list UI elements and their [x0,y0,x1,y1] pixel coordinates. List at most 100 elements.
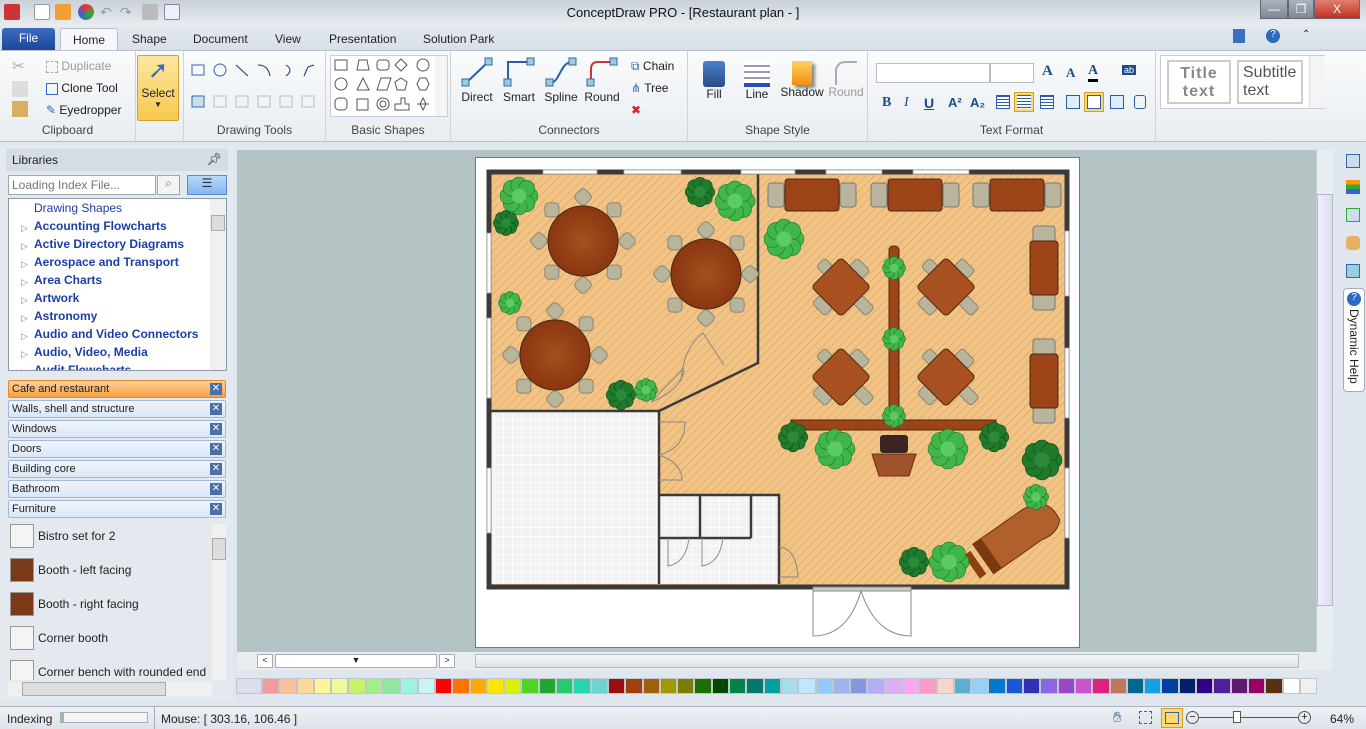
library-shape-item[interactable]: Corner bench with rounded end [10,660,210,680]
color-swatch[interactable] [1092,678,1110,694]
cut-icon[interactable]: ✂ [12,57,25,75]
pages-icon[interactable] [1346,154,1360,168]
library-tab-bathroom[interactable]: Bathroom ✕ [8,480,226,498]
tree-item[interactable]: Area Charts [34,273,102,287]
shrink-font-button[interactable]: A [1066,65,1075,81]
size-position-icon[interactable] [1346,264,1360,278]
bold-button[interactable]: B [882,95,891,111]
palette-options-icon[interactable] [236,678,262,694]
color-swatch[interactable] [729,678,747,694]
page-select[interactable]: ▼ [275,654,437,668]
behaviour-lock-icon[interactable] [1346,208,1360,222]
tree-item[interactable]: Active Directory Diagrams [34,237,184,251]
direct-connector-button[interactable]: Direct [459,57,495,104]
tree-button[interactable]: ⋔ Tree [631,81,668,95]
color-swatch[interactable] [365,678,384,694]
color-swatch[interactable] [383,678,401,694]
subscript-button[interactable]: A₂ [970,95,985,110]
color-swatch[interactable] [417,678,435,694]
library-tab-furniture[interactable]: Furniture ✕ [8,500,226,518]
color-swatch[interactable] [1144,678,1162,694]
color-swatch[interactable] [331,678,349,694]
library-tab-windows[interactable]: Windows ✕ [8,420,226,438]
font-family-select[interactable] [876,63,990,83]
zoom-slider-thumb[interactable] [1232,711,1241,723]
text-autofit-button[interactable] [1134,95,1146,109]
smart-connector-button[interactable]: Smart [501,57,537,104]
color-swatch[interactable] [919,678,937,694]
color-swatch[interactable] [573,678,591,694]
color-swatch[interactable] [313,678,332,694]
color-swatch[interactable] [1230,678,1248,694]
close-library-icon[interactable]: ✕ [210,483,222,495]
color-swatch[interactable] [452,678,470,694]
color-swatch[interactable] [1074,678,1093,694]
align-right-button[interactable] [1040,95,1054,109]
basic-shapes-gallery[interactable] [330,55,448,117]
color-swatch[interactable] [711,678,730,694]
align-top-button[interactable] [1066,95,1080,109]
color-swatch[interactable] [1282,678,1300,694]
close-library-icon[interactable]: ✕ [210,463,222,475]
page-prev-button[interactable]: < [257,654,273,668]
round-corners-button[interactable]: Round [826,61,866,99]
color-swatch[interactable] [1005,678,1024,694]
drawing-page[interactable] [475,157,1080,648]
library-tab-walls[interactable]: Walls, shell and structure ✕ [8,400,226,418]
color-swatch[interactable] [625,678,643,694]
align-middle-button[interactable] [1084,92,1104,112]
canvas-vertical-scrollbar[interactable] [1316,150,1333,652]
color-swatch[interactable] [400,678,418,694]
highlight-button[interactable]: ab [1122,65,1137,75]
fill-button[interactable]: Fill [698,61,730,101]
color-swatch[interactable] [850,678,868,694]
color-swatch[interactable] [1178,678,1197,694]
minimize-button[interactable]: — [1260,0,1288,19]
pan-hand-icon[interactable]: ✋︎ [1113,709,1122,726]
search-button[interactable]: ⌕ [157,175,180,195]
color-swatch[interactable] [884,678,902,694]
tab-file[interactable]: File [2,28,55,50]
round-connector-button[interactable]: Round [583,57,621,104]
clone-tool-button[interactable]: Clone Tool [46,81,118,95]
title-text-style[interactable]: Title text [1167,60,1231,104]
color-swatch[interactable] [556,678,574,694]
color-swatch[interactable] [815,678,833,694]
color-swatch[interactable] [1196,678,1214,694]
restore-button[interactable]: ❐ [1288,0,1314,19]
tab-view[interactable]: View [263,28,313,50]
zoom-slider-track[interactable] [1199,717,1298,718]
tree-item[interactable]: Audio and Video Connectors [34,327,198,341]
library-tab-cafe-and-restaurant[interactable]: Cafe and restaurant ✕ [8,380,226,398]
tree-item[interactable]: Aerospace and Transport [34,255,179,269]
color-swatch[interactable] [1161,678,1179,694]
select-button[interactable]: ➚ Select ▼ [137,55,179,121]
chain-button[interactable]: ⧉ Chain [631,59,674,74]
color-swatch[interactable] [763,678,781,694]
color-swatch[interactable] [607,678,626,694]
color-swatch[interactable] [486,678,505,694]
vertical-scroll-thumb[interactable] [1317,194,1333,606]
italic-button[interactable]: I [904,95,909,111]
superscript-button[interactable]: A² [948,95,962,110]
paste-icon[interactable] [12,101,28,117]
color-swatch[interactable] [1057,678,1075,694]
library-tab-building-core[interactable]: Building core ✕ [8,460,226,478]
tree-item[interactable]: Audit Flowcharts [34,363,131,370]
subtitle-text-style[interactable]: Subtitle text [1237,60,1303,104]
grow-font-button[interactable]: A [1042,63,1053,80]
color-swatch[interactable] [296,678,314,694]
zoom-area-icon[interactable] [1139,711,1152,724]
copy-icon[interactable] [12,81,28,97]
tree-item[interactable]: Accounting Flowcharts [34,219,167,233]
zoom-in-button[interactable]: + [1298,711,1311,724]
color-swatch[interactable] [538,678,557,694]
color-swatch[interactable] [901,678,920,694]
color-swatch[interactable] [832,678,851,694]
color-swatch[interactable] [1247,678,1266,694]
line-button[interactable]: Line [740,61,774,101]
close-library-icon[interactable]: ✕ [210,503,222,515]
color-swatch[interactable] [988,678,1006,694]
canvas-horizontal-scrollbar[interactable]: < ▼ > [237,652,1332,670]
tab-shape[interactable]: Shape [120,28,179,50]
